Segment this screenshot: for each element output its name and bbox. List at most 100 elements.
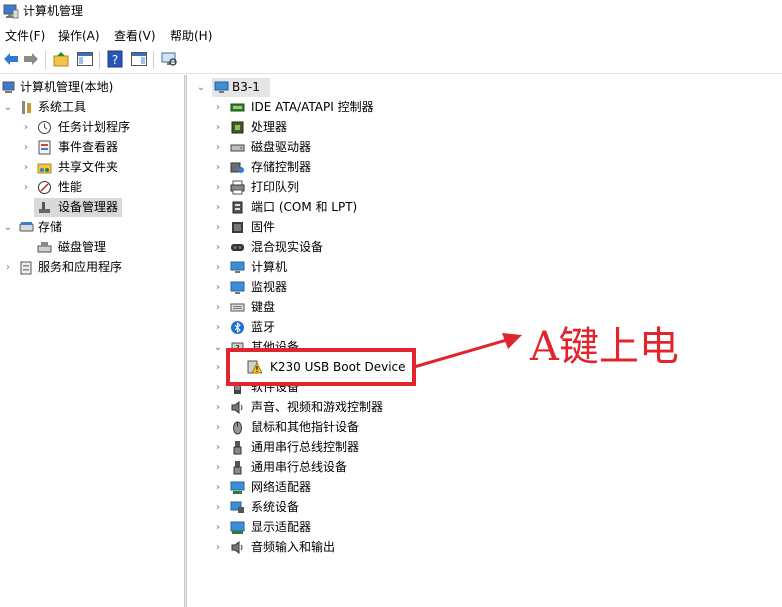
chevron-right-icon[interactable]: › xyxy=(21,118,31,137)
chevron-right-icon[interactable]: › xyxy=(213,298,223,317)
device-category-item[interactable]: › 鼠标和其他指针设备 xyxy=(213,418,593,437)
device-category-item[interactable]: › 存储控制器 xyxy=(213,158,593,177)
device-category-item[interactable]: › 声音、视频和游戏控制器 xyxy=(213,398,593,417)
pane-splitter[interactable] xyxy=(184,75,187,607)
chevron-down-icon[interactable]: ⌄ xyxy=(213,338,223,357)
device-category-label: IDE ATA/ATAPI 控制器 xyxy=(251,100,374,114)
tree-item-performance[interactable]: › 性能 xyxy=(0,178,184,197)
device-category-item[interactable]: › 固件 xyxy=(213,218,593,237)
help-icon[interactable]: ? xyxy=(106,50,124,68)
tree-label-shared-folders: 共享文件夹 xyxy=(58,160,119,174)
sound-icon xyxy=(231,401,243,414)
chevron-right-icon[interactable]: › xyxy=(21,178,31,197)
bluetooth-icon xyxy=(231,321,244,334)
chevron-right-icon[interactable]: › xyxy=(213,118,223,137)
device-category-item[interactable]: › IDE ATA/ATAPI 控制器 xyxy=(213,98,593,117)
chevron-right-icon[interactable]: › xyxy=(3,258,13,277)
device-category-item[interactable]: › 通用串行总线控制器 xyxy=(213,438,593,457)
scan-hardware-icon[interactable] xyxy=(160,50,178,68)
chevron-right-icon[interactable]: › xyxy=(21,158,31,177)
tree-item-shared-folders[interactable]: › 共享文件夹 xyxy=(0,158,184,177)
chevron-right-icon[interactable]: › xyxy=(213,158,223,177)
device-category-label: 声音、视频和游戏控制器 xyxy=(251,400,384,414)
chevron-right-icon[interactable]: › xyxy=(213,458,223,477)
menu-action[interactable]: 操作(A) xyxy=(56,27,102,45)
usb-controller-icon xyxy=(233,441,242,455)
device-category-item[interactable]: › 混合现实设备 xyxy=(213,238,593,257)
device-category-item[interactable]: › 通用串行总线设备 xyxy=(213,458,593,477)
highlighted-device-box: K230 USB Boot Device xyxy=(226,348,416,386)
chevron-right-icon[interactable]: › xyxy=(213,178,223,197)
forward-arrow-icon[interactable] xyxy=(22,50,40,68)
chevron-down-icon[interactable]: ⌄ xyxy=(3,98,13,117)
device-category-label: 固件 xyxy=(251,220,276,234)
chevron-right-icon[interactable]: › xyxy=(213,138,223,157)
tree-root-computer-management[interactable]: 计算机管理(本地) xyxy=(0,78,184,97)
device-category-item[interactable]: › 键盘 xyxy=(213,298,593,317)
performance-icon xyxy=(38,181,51,194)
shared-folder-icon xyxy=(37,163,52,174)
menu-file[interactable]: 文件(F) xyxy=(3,27,47,45)
menu-bar: 文件(F) 操作(A) 查看(V) 帮助(H) xyxy=(0,25,782,47)
chevron-right-icon[interactable]: › xyxy=(213,318,223,337)
tree-item-storage[interactable]: ⌄ 存储 xyxy=(0,218,184,237)
ide-controller-icon xyxy=(230,103,245,112)
device-tree-root[interactable]: ⌄ B3-1 xyxy=(194,78,394,97)
chevron-right-icon[interactable]: › xyxy=(213,538,223,557)
device-category-item[interactable]: › 音频输入和输出 xyxy=(213,538,593,557)
chevron-right-icon[interactable]: › xyxy=(213,258,223,277)
chevron-right-icon[interactable]: › xyxy=(213,98,223,117)
chevron-right-icon[interactable]: › xyxy=(213,418,223,437)
audio-io-icon xyxy=(231,541,243,554)
chevron-right-icon[interactable]: › xyxy=(213,518,223,537)
tree-item-disk-management[interactable]: 磁盘管理 xyxy=(0,238,184,257)
chevron-right-icon[interactable]: › xyxy=(213,498,223,517)
annotation-arrow xyxy=(413,333,522,369)
navigation-tree: 计算机管理(本地) ⌄ 系统工具 › 任务计划程序 › 事件查看器 › 共享文件… xyxy=(0,75,184,607)
tree-item-event-viewer[interactable]: › 事件查看器 xyxy=(0,138,184,157)
chevron-right-icon[interactable]: › xyxy=(213,358,223,377)
tree-label-performance: 性能 xyxy=(58,180,83,194)
unknown-device-label[interactable]: K230 USB Boot Device xyxy=(270,358,406,376)
disk-drive-icon xyxy=(230,144,245,152)
device-category-label: 混合现实设备 xyxy=(251,240,324,254)
chevron-right-icon[interactable]: › xyxy=(213,218,223,237)
chevron-right-icon[interactable]: › xyxy=(213,378,223,397)
show-hide-tree-icon[interactable] xyxy=(76,50,94,68)
device-category-item[interactable]: › 计算机 xyxy=(213,258,593,277)
device-category-item[interactable]: › 网络适配器 xyxy=(213,478,593,497)
device-category-label: 端口 (COM 和 LPT) xyxy=(251,200,358,214)
up-folder-icon[interactable] xyxy=(52,50,70,68)
tree-item-system-tools[interactable]: ⌄ 系统工具 xyxy=(0,98,184,117)
chevron-right-icon[interactable]: › xyxy=(213,398,223,417)
show-action-pane-icon[interactable] xyxy=(130,50,148,68)
device-category-item[interactable]: › 显示适配器 xyxy=(213,518,593,537)
chevron-right-icon[interactable]: › xyxy=(213,478,223,497)
device-category-item[interactable]: › 打印队列 xyxy=(213,178,593,197)
chevron-down-icon[interactable]: ⌄ xyxy=(196,78,206,97)
device-category-item[interactable]: › 端口 (COM 和 LPT) xyxy=(213,198,593,217)
tree-label-device-manager: 设备管理器 xyxy=(58,200,119,214)
device-category-item[interactable]: › 磁盘驱动器 xyxy=(213,138,593,157)
device-category-item[interactable]: › 监视器 xyxy=(213,278,593,297)
device-category-item[interactable]: › 处理器 xyxy=(213,118,593,137)
storage-controller-icon xyxy=(230,162,244,173)
chevron-right-icon[interactable]: › xyxy=(213,438,223,457)
device-manager-icon xyxy=(39,202,50,213)
menu-help[interactable]: 帮助(H) xyxy=(168,27,214,45)
chevron-right-icon[interactable]: › xyxy=(213,238,223,257)
chevron-down-icon[interactable]: ⌄ xyxy=(3,218,13,237)
device-category-label: 键盘 xyxy=(251,300,276,314)
chevron-right-icon[interactable]: › xyxy=(21,138,31,157)
device-category-label: 网络适配器 xyxy=(251,480,312,494)
tree-item-task-scheduler[interactable]: › 任务计划程序 xyxy=(0,118,184,137)
svg-text:?: ? xyxy=(112,53,118,67)
menu-view[interactable]: 查看(V) xyxy=(112,27,158,45)
chevron-right-icon[interactable]: › xyxy=(213,278,223,297)
device-category-item[interactable]: › 系统设备 xyxy=(213,498,593,517)
device-category-label: 打印队列 xyxy=(251,180,300,194)
chevron-right-icon[interactable]: › xyxy=(213,198,223,217)
tree-item-services-apps[interactable]: › 服务和应用程序 xyxy=(0,258,184,277)
back-arrow-icon[interactable] xyxy=(2,50,20,68)
tree-item-device-manager[interactable]: 设备管理器 xyxy=(34,198,122,217)
